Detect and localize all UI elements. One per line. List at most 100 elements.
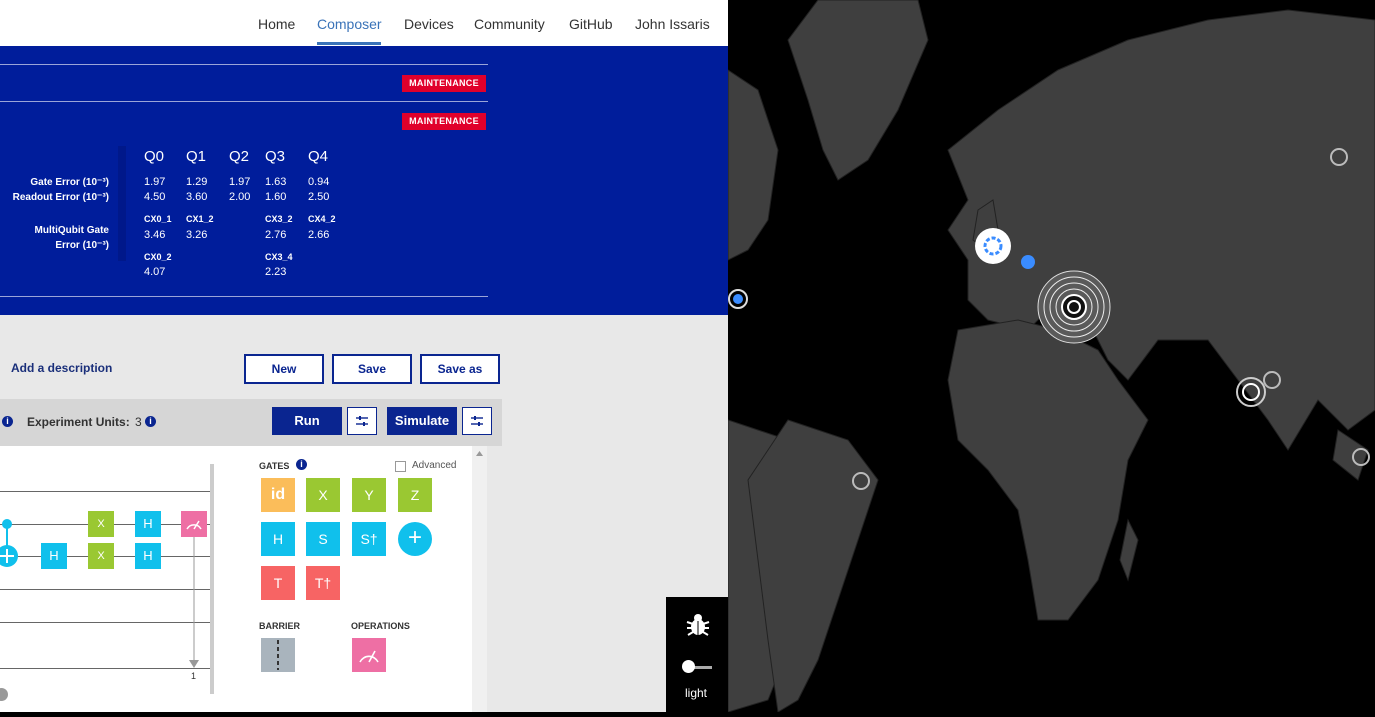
y-gate-palette[interactable]: Y — [352, 478, 386, 512]
tdg-gate-palette[interactable]: T† — [306, 566, 340, 600]
cnot-connector — [0, 519, 199, 668]
readout-error-q0: 4.50 — [144, 191, 166, 203]
top-nav: Home Composer Devices Community GitHub J… — [0, 0, 728, 46]
readout-error-q2: 2.00 — [229, 191, 251, 203]
x-gate-palette[interactable]: X — [306, 478, 340, 512]
gate-error-q0: 1.97 — [144, 176, 166, 188]
readout-error-q3: 1.60 — [265, 191, 287, 203]
add-gate-button[interactable]: + — [398, 522, 432, 556]
save-button[interactable]: Save — [332, 354, 412, 384]
operations-section-title: OPERATIONS — [351, 621, 410, 631]
theme-toggle-knob[interactable] — [682, 660, 695, 673]
meter-icon — [186, 520, 202, 530]
x-gate[interactable]: X — [88, 543, 114, 569]
qubit-header-q0: Q0 — [144, 148, 165, 165]
gate-error-q4: 0.94 — [308, 176, 330, 188]
landmass — [727, 69, 779, 261]
map-controls-widget: light — [666, 597, 728, 712]
nav-community[interactable]: Community — [474, 16, 545, 32]
info-icon[interactable]: i — [296, 459, 307, 470]
x-gate[interactable]: X — [88, 511, 114, 537]
maintenance-badge: MAINTENANCE — [402, 113, 486, 130]
measure-bit-index: 1 — [191, 671, 197, 681]
h-gate[interactable]: H — [135, 543, 161, 569]
sliders-icon — [356, 416, 368, 426]
landmass — [787, 0, 929, 181]
t-gate-palette[interactable]: T — [261, 566, 295, 600]
qubit-header-q3: Q3 — [265, 148, 286, 165]
h-gate[interactable]: H — [41, 543, 67, 569]
h-gate-palette[interactable]: H — [261, 522, 295, 556]
gate-error-q3: 1.63 — [265, 176, 287, 188]
nav-user[interactable]: John Issaris — [635, 16, 710, 32]
simulate-settings-button[interactable] — [462, 407, 492, 435]
divider — [0, 64, 488, 65]
sliders-icon — [471, 416, 483, 426]
id-gate[interactable]: id — [261, 478, 295, 512]
gates-section-title: GATES — [259, 461, 290, 471]
theme-label: light — [685, 686, 708, 700]
sdg-gate-palette[interactable]: S† — [352, 522, 386, 556]
landmass — [1332, 429, 1369, 481]
experiment-units-value: 3 — [135, 415, 142, 429]
run-button[interactable]: Run — [272, 407, 342, 435]
cx-name: CX1_2 — [186, 214, 214, 224]
measure-gate[interactable] — [181, 511, 207, 537]
cx-name: CX0_2 — [144, 252, 172, 262]
save-as-button[interactable]: Save as — [420, 354, 500, 384]
h-gate[interactable]: H — [135, 511, 161, 537]
device-marker — [975, 228, 1011, 264]
new-button[interactable]: New — [244, 354, 324, 384]
nav-github[interactable]: GitHub — [569, 16, 613, 32]
readout-error-q1: 3.60 — [186, 191, 208, 203]
cx-value: 2.76 — [265, 229, 287, 241]
cx-name: CX0_1 — [144, 214, 172, 224]
nav-active-indicator — [317, 42, 381, 45]
advanced-checkbox[interactable] — [395, 461, 406, 472]
device-marker — [733, 294, 743, 304]
composer-app: Home Composer Devices Community GitHub J… — [0, 0, 728, 712]
gate-error-q2: 1.97 — [229, 176, 251, 188]
cx-name: CX4_2 — [308, 214, 336, 224]
barrier-section-title: BARRIER — [259, 621, 301, 631]
qubit-header-q2: Q2 — [229, 148, 250, 165]
advanced-label: Advanced — [412, 460, 457, 471]
s-gate-palette[interactable]: S — [306, 522, 340, 556]
meter-icon — [359, 650, 379, 663]
map-svg — [727, 0, 1375, 713]
world-map[interactable] — [727, 0, 1375, 713]
nav-composer[interactable]: Composer — [317, 16, 382, 32]
cx-value: 2.66 — [308, 229, 330, 241]
divider — [0, 296, 488, 297]
landmass — [1119, 518, 1139, 582]
readout-error-label: Readout Error (10⁻³) — [12, 192, 109, 203]
readout-error-q4: 2.50 — [308, 191, 330, 203]
multiqubit-label: MultiQubit Gate — [34, 225, 109, 236]
nav-devices[interactable]: Devices — [404, 16, 454, 32]
nav-home[interactable]: Home — [258, 16, 295, 32]
palette-scrollbar[interactable] — [472, 446, 487, 712]
info-icon[interactable]: i — [2, 416, 13, 427]
device-marker — [1021, 255, 1035, 269]
z-gate-palette[interactable]: Z — [398, 478, 432, 512]
info-icon[interactable]: i — [145, 416, 156, 427]
simulate-button[interactable]: Simulate — [387, 407, 457, 435]
qubit-header-q1: Q1 — [186, 148, 207, 165]
table-divider — [118, 146, 126, 261]
scroll-up-icon[interactable] — [472, 446, 487, 461]
cx-value: 2.23 — [265, 266, 287, 278]
barrier-icon — [277, 640, 279, 670]
maintenance-badge: MAINTENANCE — [402, 75, 486, 92]
cx-value: 3.26 — [186, 229, 208, 241]
run-settings-button[interactable] — [347, 407, 377, 435]
cx-value: 3.46 — [144, 229, 166, 241]
cx-value: 4.07 — [144, 266, 166, 278]
measure-gate-palette[interactable] — [352, 638, 386, 672]
divider — [0, 101, 488, 102]
experiment-units-label: Experiment Units: — [27, 415, 130, 429]
device-marker — [1061, 294, 1087, 320]
bug-icon[interactable] — [685, 612, 711, 638]
barrier-gate-palette[interactable] — [261, 638, 295, 672]
multiqubit-label: Error (10⁻³) — [55, 240, 109, 251]
description-input[interactable]: Add a description — [11, 361, 112, 375]
